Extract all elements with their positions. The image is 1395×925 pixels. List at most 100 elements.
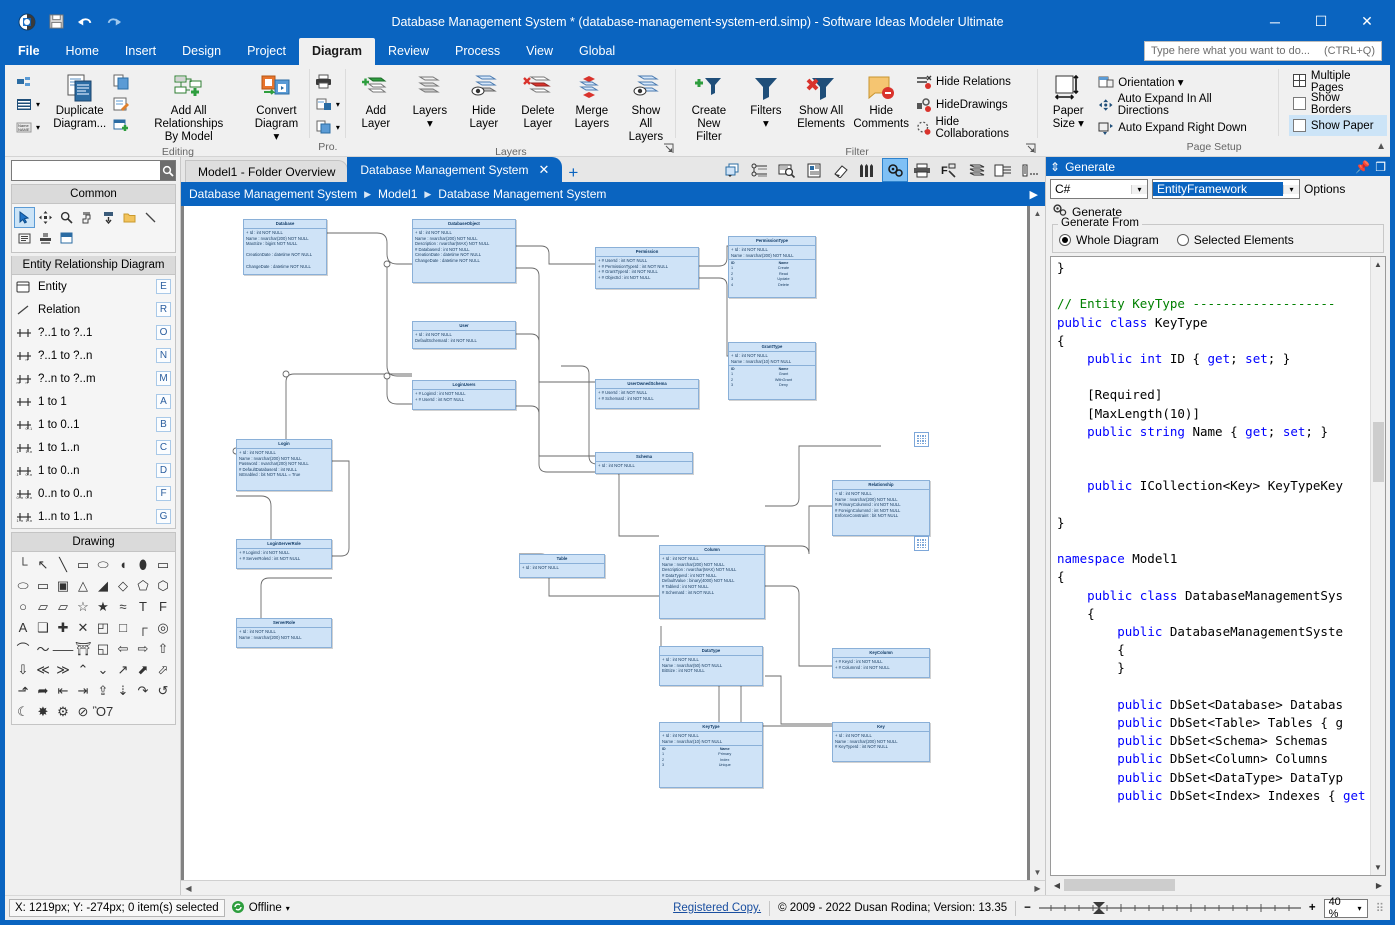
drawing-shape-27[interactable]: ✕ — [73, 617, 93, 638]
show-borders-checkbox[interactable] — [1293, 97, 1306, 110]
drawing-shape-21[interactable]: ≈ — [113, 596, 133, 617]
erd-relationship-line[interactable] — [516, 268, 595, 472]
erd-entity-loginserverrole[interactable]: LoginServerRole+ # LoginId : int NOT NUL… — [236, 539, 332, 569]
toolbox-item-n-to-m[interactable]: mn?..n to ?..mM — [12, 367, 175, 390]
menu-tab-view[interactable]: View — [513, 38, 566, 65]
drawing-shape-0[interactable]: └ — [13, 554, 33, 575]
resize-grip-icon[interactable]: ⠿ — [1376, 901, 1384, 915]
breadcrumb-item-0[interactable]: Database Management System — [189, 187, 357, 201]
add-layer-button[interactable]: Add Layer — [349, 69, 403, 133]
code-scroll-down-icon[interactable]: ▼ — [1374, 860, 1382, 875]
chevron-down-icon[interactable]: ▾ — [1131, 185, 1147, 194]
zoom-out-button[interactable]: − — [1024, 902, 1031, 914]
language-combobox[interactable]: C# ▾ — [1050, 179, 1148, 199]
generate-icon[interactable] — [882, 158, 908, 182]
hide-relations-button[interactable]: Hide Relations — [913, 71, 1035, 93]
erd-relationship-line[interactable] — [516, 406, 595, 456]
erd-entity-column[interactable]: Column+ Id : int NOT NULLName : nvarchar… — [659, 545, 765, 619]
erd-entity-keycolumn[interactable]: KeyColumn+ # KeyId : int NOT NULL+ # Col… — [832, 648, 930, 678]
more-icon[interactable] — [1017, 158, 1043, 182]
erd-relationship-line[interactable] — [516, 334, 595, 382]
toolbox-item-1-to-1[interactable]: ?..1 to ?..1O — [12, 321, 175, 344]
erd-relationship-line[interactable] — [595, 468, 659, 536]
drawing-shape-29[interactable]: □ — [113, 617, 133, 638]
layers-dialog-launcher[interactable] — [663, 143, 674, 154]
duplicate-diagram-button[interactable]: Duplicate Diagram... — [49, 69, 110, 133]
erd-entity-table[interactable]: Table+ Id : int NOT NULL — [519, 554, 605, 578]
erd-relationship-line[interactable] — [765, 506, 832, 554]
drawing-shape-7[interactable]: ▭ — [153, 554, 173, 575]
zoom-slider[interactable]: − + — [1024, 901, 1315, 915]
toolbox-item-entity[interactable]: EntityE — [12, 275, 175, 298]
undo-icon[interactable] — [75, 12, 95, 32]
radio-selected-elements[interactable]: Selected Elements — [1177, 233, 1294, 247]
drawing-shape-54[interactable]: ↷ — [133, 680, 153, 701]
frame-icon[interactable] — [56, 228, 77, 249]
erd-entity-database[interactable]: Database+ Id : int NOT NULLName : nvarch… — [243, 219, 327, 275]
erd-relationship-line[interactable] — [327, 233, 412, 264]
drawing-shape-31[interactable]: ◎ — [153, 617, 173, 638]
erd-relationship-line[interactable] — [699, 278, 729, 356]
windows-icon[interactable] — [720, 158, 746, 182]
erd-entity-loginusers[interactable]: LoginUsers+ # LoginId : int NOT NULL+ # … — [412, 380, 516, 410]
drawing-shape-57[interactable]: ✸ — [33, 701, 53, 722]
menu-tab-insert[interactable]: Insert — [112, 38, 169, 65]
menu-tab-diagram[interactable]: Diagram — [299, 38, 375, 65]
show-paper-checkbox[interactable] — [1293, 119, 1306, 132]
styles-icon[interactable] — [828, 158, 854, 182]
drawing-shape-45[interactable]: ↗ — [113, 659, 133, 680]
create-new-filter-button[interactable]: Create New Filter — [679, 69, 739, 146]
menu-tab-home[interactable]: Home — [53, 38, 112, 65]
text-icon[interactable] — [14, 228, 35, 249]
erd-entity-permission[interactable]: Permission+ # UserId : int NOT NULL+ # P… — [595, 247, 699, 289]
layers-panel-icon[interactable] — [963, 158, 989, 182]
erd-relationship-line[interactable] — [699, 246, 729, 266]
drawing-shape-16[interactable]: ○ — [13, 596, 33, 617]
line-icon[interactable] — [140, 207, 161, 228]
close-button[interactable]: ✕ — [1344, 5, 1390, 38]
code-hscroll-thumb[interactable] — [1064, 879, 1175, 891]
convert-diagram-button[interactable]: Convert Diagram ▾ — [246, 69, 307, 146]
maximize-icon[interactable]: ❐ — [1375, 160, 1386, 174]
show-paper-check[interactable]: Show Paper — [1289, 115, 1387, 136]
drawing-shape-17[interactable]: ▱ — [33, 596, 53, 617]
erd-relationship-line[interactable] — [516, 246, 595, 264]
document-tab-folder-overview[interactable]: Model1 - Folder Overview — [185, 160, 348, 182]
erd-entity-schema[interactable]: Schema+ Id : int NOT NULL — [595, 452, 693, 474]
layers-button[interactable]: Layers ▾ — [403, 69, 457, 133]
drawing-shape-14[interactable]: ⬠ — [133, 575, 153, 596]
drawing-shape-28[interactable]: ◰ — [93, 617, 113, 638]
search-icon[interactable] — [160, 161, 175, 180]
erd-entity-permissiontype[interactable]: PermissionType+ Id : int NOT NULLName : … — [728, 236, 816, 298]
maximize-button[interactable]: ☐ — [1298, 5, 1344, 38]
toolbox-search[interactable] — [11, 160, 176, 181]
show-all-elements-button[interactable]: Show All Elements — [793, 69, 849, 133]
drawing-shape-2[interactable]: ╲ — [53, 554, 73, 575]
move-icon[interactable] — [35, 207, 56, 228]
drawing-shape-15[interactable]: ⬡ — [153, 575, 173, 596]
drawing-shape-30[interactable]: ┌ — [133, 617, 153, 638]
add-tab-button[interactable]: + — [561, 164, 585, 182]
drawing-shape-11[interactable]: △ — [73, 575, 93, 596]
documentation-icon[interactable] — [801, 158, 827, 182]
erd-entity-key[interactable]: Key+ Id : int NOT NULLName : nvarchar(20… — [832, 722, 930, 762]
add-all-relationships-button[interactable]: Add All Relationships By Model — [131, 69, 246, 146]
drawing-shape-12[interactable]: ◢ — [93, 575, 113, 596]
print-icon[interactable] — [909, 158, 935, 182]
drawing-shape-9[interactable]: ▭ — [33, 575, 53, 596]
drawing-shape-53[interactable]: ⇣ — [113, 680, 133, 701]
menu-tab-project[interactable]: Project — [234, 38, 299, 65]
diagram-canvas[interactable]: Database+ Id : int NOT NULLName : nvarch… — [181, 206, 1030, 880]
drawing-shape-19[interactable]: ☆ — [73, 596, 93, 617]
breadcrumb-item-1[interactable]: Model1 — [378, 187, 417, 201]
code-vertical-scrollbar[interactable]: ▲ ▼ — [1370, 257, 1385, 875]
library-icon[interactable] — [990, 158, 1016, 182]
drawing-shape-47[interactable]: ⬀ — [153, 659, 173, 680]
drawing-shape-26[interactable]: ✚ — [53, 617, 73, 638]
toolbox-item-1-to-0-n[interactable]: 10..n1 to 0..nD — [12, 459, 175, 482]
copy-diagram-icon[interactable] — [110, 71, 131, 92]
drawing-shape-48[interactable]: ⬏ — [13, 680, 33, 701]
save-icon[interactable] — [46, 12, 66, 32]
colors-icon[interactable] — [855, 158, 881, 182]
drawing-shape-10[interactable]: ▣ — [53, 575, 73, 596]
